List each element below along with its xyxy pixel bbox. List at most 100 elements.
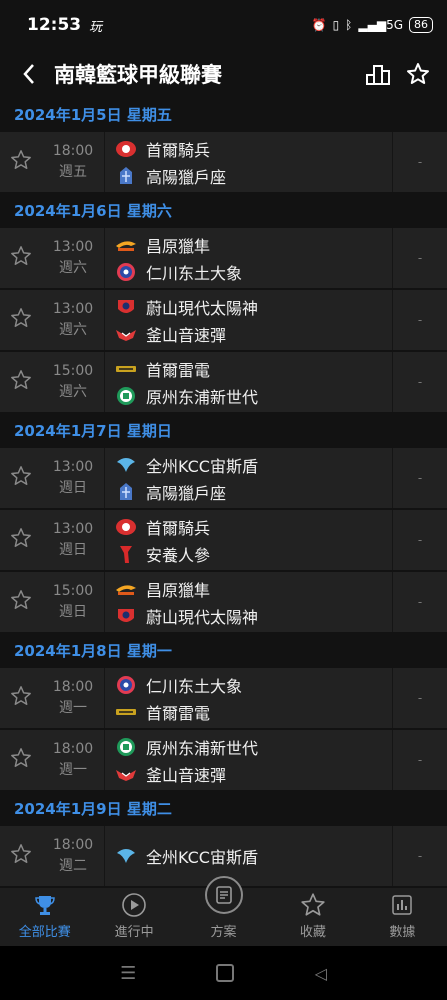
plan-icon	[204, 876, 243, 914]
match-score: -	[392, 572, 447, 632]
favorite-match-button[interactable]	[0, 290, 42, 350]
bluetooth-icon: ᛒ	[345, 18, 353, 32]
home-team-name: 原州东浦新世代	[146, 738, 259, 758]
match-list[interactable]: 2024年1月5日 星期五 18:00 週五 首爾騎兵 高陽獵戶座 -2024年1月6日 …	[0, 98, 447, 888]
red-wing-logo	[115, 764, 137, 784]
back-button[interactable]	[12, 57, 46, 91]
match-row[interactable]: 15:00 週六 首爾雷電 原州东浦新世代 -	[0, 352, 447, 412]
green-circle-logo	[115, 737, 137, 757]
star-outline-icon	[10, 685, 32, 711]
back-nav-button[interactable]: ◁	[315, 964, 327, 983]
menu-nav-button[interactable]: ☰	[120, 963, 136, 984]
date-header: 2024年1月9日 星期二	[0, 792, 447, 826]
podium-icon	[366, 65, 390, 85]
system-nav-bar: ☰ ◁	[0, 946, 447, 1000]
away-team: 高陽獵戶座	[115, 165, 392, 187]
star-outline-icon	[10, 245, 32, 271]
bottom-tab-bar: 全部比賽 進行中 方案 收藏 數據	[0, 876, 447, 946]
match-weekday: 週日	[59, 604, 87, 620]
star-icon	[407, 63, 429, 84]
app-header: 南韓籃球甲級聯賽	[0, 50, 447, 98]
away-team: 釜山音速彈	[115, 323, 392, 345]
red-knight-logo	[115, 139, 137, 159]
match-row[interactable]: 18:00 週一 仁川东土大象 首爾雷電 -	[0, 668, 447, 728]
match-time: 18:00	[52, 741, 94, 757]
favorite-match-button[interactable]	[0, 668, 42, 728]
teams-block: 首爾騎兵 安養人參	[105, 510, 392, 570]
match-time-block: 13:00 週六	[42, 228, 104, 288]
favorite-match-button[interactable]	[0, 510, 42, 570]
match-score: -	[392, 510, 447, 570]
away-team: 高陽獵戶座	[115, 481, 392, 503]
standings-button[interactable]	[361, 57, 395, 91]
match-time-block: 18:00 週一	[42, 668, 104, 728]
teams-block: 原州东浦新世代 釜山音速彈	[105, 730, 392, 790]
favorite-match-button[interactable]	[0, 352, 42, 412]
away-team: 蔚山現代太陽神	[115, 605, 392, 627]
match-score: -	[392, 228, 447, 288]
date-header: 2024年1月6日 星期六	[0, 194, 447, 228]
teams-block: 全州KCC宙斯盾	[105, 826, 392, 886]
home-team-name: 昌原獵隼	[146, 236, 211, 256]
match-row[interactable]: 13:00 週六 昌原獵隼 仁川东土大象 -	[0, 228, 447, 288]
match-time: 13:00	[52, 459, 94, 475]
tab-chart[interactable]: 數據	[358, 888, 447, 946]
red-wing-logo	[115, 324, 137, 344]
match-time-block: 13:00 週日	[42, 448, 104, 508]
home-nav-button[interactable]	[216, 964, 235, 982]
star-outline-icon	[10, 527, 32, 553]
match-time-block: 18:00 週二	[42, 826, 104, 886]
favorite-match-button[interactable]	[0, 228, 42, 288]
favorite-match-button[interactable]	[0, 572, 42, 632]
away-team: 安養人參	[115, 543, 392, 565]
match-row[interactable]: 13:00 週六 蔚山現代太陽神 釜山音速彈 -	[0, 290, 447, 350]
match-weekday: 週六	[59, 260, 87, 276]
blue-aegis-logo	[115, 846, 137, 866]
star-outline-icon	[10, 149, 32, 175]
match-weekday: 週一	[59, 762, 87, 778]
signal-icon: ▂▄▆5G	[358, 18, 403, 32]
home-team: 原州东浦新世代	[115, 736, 392, 758]
date-header: 2024年1月5日 星期五	[0, 98, 447, 132]
star-outline-icon	[10, 465, 32, 491]
tab-star[interactable]: 收藏	[268, 888, 357, 946]
away-team-name: 蔚山現代太陽神	[146, 607, 259, 627]
favorite-match-button[interactable]	[0, 448, 42, 508]
match-score: -	[392, 730, 447, 790]
away-team-name: 原州东浦新世代	[146, 387, 259, 407]
match-score: -	[392, 352, 447, 412]
trophy-icon	[33, 891, 57, 919]
match-row[interactable]: 18:00 週五 首爾騎兵 高陽獵戶座 -	[0, 132, 447, 192]
favorite-match-button[interactable]	[0, 730, 42, 790]
match-weekday: 週日	[59, 542, 87, 558]
star-icon	[300, 891, 326, 919]
match-row[interactable]: 15:00 週日 昌原獵隼 蔚山現代太陽神 -	[0, 572, 447, 632]
match-row[interactable]: 18:00 週一 原州东浦新世代 釜山音速彈 -	[0, 730, 447, 790]
tab-label: 收藏	[299, 925, 326, 940]
vibrate-icon: ▯	[332, 18, 340, 32]
favorite-match-button[interactable]	[0, 132, 42, 192]
favorite-match-button[interactable]	[0, 826, 42, 886]
network-type: 5G	[386, 18, 403, 32]
home-team-name: 全州KCC宙斯盾	[146, 456, 258, 476]
home-team-name: 仁川东土大象	[146, 676, 243, 696]
tab-play-circle[interactable]: 進行中	[89, 888, 178, 946]
home-team-name: 首爾雷電	[146, 360, 211, 380]
play-circle-icon	[121, 891, 147, 919]
app-notification-icon: 玩	[89, 19, 103, 35]
home-team: 仁川东土大象	[115, 674, 392, 696]
alarm-icon: ⏰	[311, 18, 327, 32]
match-row[interactable]: 13:00 週日 全州KCC宙斯盾 高陽獵戶座 -	[0, 448, 447, 508]
match-row[interactable]: 13:00 週日 首爾騎兵 安養人參 -	[0, 510, 447, 570]
teams-block: 昌原獵隼 仁川东土大象	[105, 228, 392, 288]
orange-falcon-logo	[115, 235, 137, 255]
tab-trophy[interactable]: 全部比賽	[0, 888, 89, 946]
blue-elephant-logo	[115, 262, 137, 282]
battery-icon: 86	[409, 17, 433, 33]
tab-label: 數據	[389, 925, 416, 940]
away-team-name: 高陽獵戶座	[146, 483, 227, 503]
favorite-league-button[interactable]	[401, 57, 435, 91]
home-team: 首爾雷電	[115, 358, 392, 380]
home-team-name: 蔚山現代太陽神	[146, 298, 259, 318]
tab-plan[interactable]: 方案	[179, 876, 268, 946]
